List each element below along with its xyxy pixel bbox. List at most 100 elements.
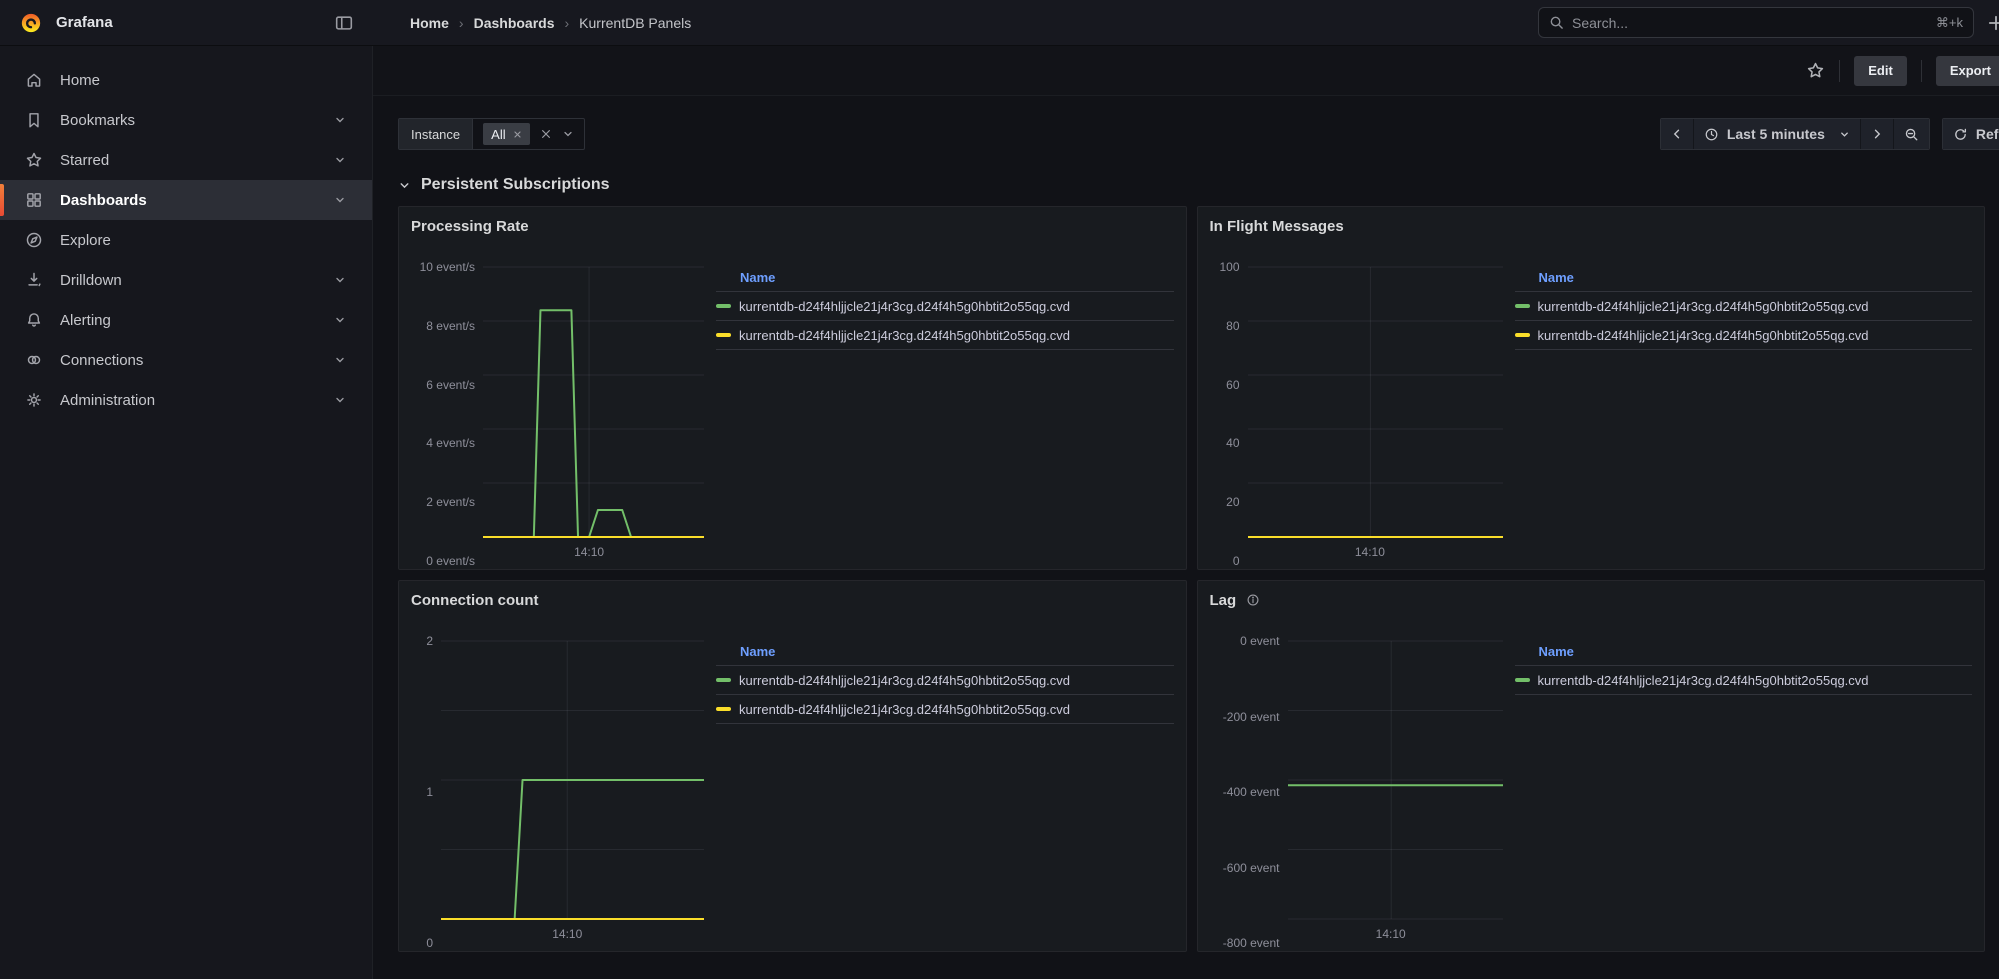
search-icon [1549,15,1564,30]
gear-icon [24,391,44,409]
legend-row[interactable]: kurrentdb-d24f4hljjcle21j4r3cg.d24f4h5g0… [716,321,1174,350]
compass-icon [24,231,44,249]
time-series-chart[interactable]: 100806040200 14:10 [1210,267,1503,561]
chip-remove-icon[interactable] [513,130,522,139]
refresh-button[interactable]: Refresh [1943,119,1999,149]
filter-label[interactable]: Instance [399,119,473,149]
row-persistent-subscriptions[interactable]: Persistent Subscriptions [373,150,1999,206]
edit-button[interactable]: Edit [1854,56,1907,86]
time-range-picker[interactable]: Last 5 minutes [1693,119,1860,149]
filter-value-dropdown[interactable]: All [473,119,583,149]
sidebar-item-starred[interactable]: Starred [0,140,372,180]
instance-variable-filter: Instance All [398,118,585,150]
sidebar-item-label: Administration [60,392,155,409]
brand-name[interactable]: Grafana [56,14,113,31]
breadcrumb: Home › Dashboards › KurrentDB Panels [410,15,691,31]
time-series-chart[interactable]: 0 event-200 event-400 event-600 event-80… [1210,641,1503,943]
series-color-swatch [716,304,731,308]
chevron-down-icon[interactable] [330,314,350,326]
legend-header-name[interactable]: Name [716,267,1174,292]
panel-in-flight-messages: In Flight Messages 100806040200 14:10 Na… [1197,206,1986,570]
series-name: kurrentdb-d24f4hljjcle21j4r3cg.d24f4h5g0… [739,299,1070,314]
star-icon [24,151,44,169]
series-name: kurrentdb-d24f4hljjcle21j4r3cg.d24f4h5g0… [739,673,1070,688]
clear-all-icon[interactable] [540,128,552,140]
grafana-logo[interactable] [20,12,42,34]
panel-title[interactable]: Processing Rate [411,218,529,235]
time-series-chart[interactable]: 210 14:10 [411,641,704,943]
zoom-out-button[interactable] [1893,119,1929,149]
export-button[interactable]: Export [1936,56,1999,86]
time-series-chart[interactable]: 10 event/s8 event/s6 event/s4 event/s2 e… [411,267,704,561]
sidebar-item-label: Connections [60,352,143,369]
chevron-down-icon[interactable] [330,114,350,126]
legend-header-name[interactable]: Name [716,641,1174,666]
info-icon[interactable] [1246,593,1260,607]
panel-grid: Processing Rate 10 event/s8 event/s6 eve… [373,206,1999,952]
series-color-swatch [716,707,731,711]
sidebar-item-label: Bookmarks [60,112,135,129]
series-name: kurrentdb-d24f4hljjcle21j4r3cg.d24f4h5g0… [1538,673,1869,688]
breadcrumb-home[interactable]: Home [410,15,449,31]
sidebar-item-label: Explore [60,232,111,249]
y-axis-labels: 210 [411,641,433,943]
refresh-label: Refresh [1976,126,1999,142]
legend-header-name[interactable]: Name [1515,267,1973,292]
search-shortcut: ⌘+k [1936,15,1963,31]
dashboard-controls: Instance All [373,96,1999,150]
chevron-down-icon [1839,129,1850,140]
legend-row[interactable]: kurrentdb-d24f4hljjcle21j4r3cg.d24f4h5g0… [1515,666,1973,695]
sidebar-item-dashboards[interactable]: Dashboards [0,180,372,220]
dashboards-grid-icon [24,191,44,209]
chevron-down-icon[interactable] [330,194,350,206]
chevron-down-icon[interactable] [330,274,350,286]
legend-row[interactable]: kurrentdb-d24f4hljjcle21j4r3cg.d24f4h5g0… [1515,292,1973,321]
time-shift-back-button[interactable] [1661,119,1693,149]
sidebar-item-explore[interactable]: Explore [0,220,372,260]
plot-area[interactable]: 14:10 [483,267,704,537]
legend: Name kurrentdb-d24f4hljjcle21j4r3cg.d24f… [716,641,1174,724]
plot-area[interactable]: 14:10 [1248,267,1503,537]
sidebar-item-alerting[interactable]: Alerting [0,300,372,340]
panel-connection-count: Connection count 210 14:10 Name [398,580,1187,952]
chevron-down-icon[interactable] [330,394,350,406]
plot-area[interactable]: 14:10 [1288,641,1503,919]
home-icon [24,71,44,89]
legend-row[interactable]: kurrentdb-d24f4hljjcle21j4r3cg.d24f4h5g0… [716,666,1174,695]
toolbar-divider [1921,60,1922,82]
global-search[interactable]: ⌘+k [1538,7,1974,38]
chevron-down-icon[interactable] [562,128,574,140]
breadcrumb-separator: › [565,15,570,31]
breadcrumb-current-page[interactable]: KurrentDB Panels [579,15,691,31]
legend: Name kurrentdb-d24f4hljjcle21j4r3cg.d24f… [1515,267,1973,350]
add-new-icon[interactable] [1987,14,1999,32]
sidebar-item-label: Drilldown [60,272,122,289]
x-axis-tick: 14:10 [1355,545,1385,559]
legend-row[interactable]: kurrentdb-d24f4hljjcle21j4r3cg.d24f4h5g0… [1515,321,1973,350]
sidebar-item-administration[interactable]: Administration [0,380,372,420]
breadcrumb-dashboards[interactable]: Dashboards [474,15,555,31]
panel-title[interactable]: In Flight Messages [1210,218,1344,235]
sidebar-item-drilldown[interactable]: Drilldown [0,260,372,300]
sidebar-header: Grafana [0,12,373,34]
favorite-star-icon[interactable] [1806,61,1825,80]
sidebar-item-bookmarks[interactable]: Bookmarks [0,100,372,140]
panel-title[interactable]: Lag [1210,592,1237,609]
legend-row[interactable]: kurrentdb-d24f4hljjcle21j4r3cg.d24f4h5g0… [716,695,1174,724]
legend-header-name[interactable]: Name [1515,641,1973,666]
sidebar-item-connections[interactable]: Connections [0,340,372,380]
chevron-down-icon[interactable] [330,354,350,366]
toolbar-divider [1839,60,1840,82]
sidebar-item-home[interactable]: Home [0,60,372,100]
series-color-swatch [1515,678,1530,682]
plot-area[interactable]: 14:10 [441,641,704,919]
panel-title[interactable]: Connection count [411,592,539,609]
series-name: kurrentdb-d24f4hljjcle21j4r3cg.d24f4h5g0… [1538,299,1869,314]
search-input[interactable] [1572,15,1928,31]
sidebar-collapse-icon[interactable] [335,14,353,32]
chevron-down-icon[interactable] [330,154,350,166]
dashboard-toolbar: Edit Export [373,46,1999,96]
time-shift-forward-button[interactable] [1860,119,1893,149]
legend-row[interactable]: kurrentdb-d24f4hljjcle21j4r3cg.d24f4h5g0… [716,292,1174,321]
filter-chip-all[interactable]: All [483,123,529,145]
